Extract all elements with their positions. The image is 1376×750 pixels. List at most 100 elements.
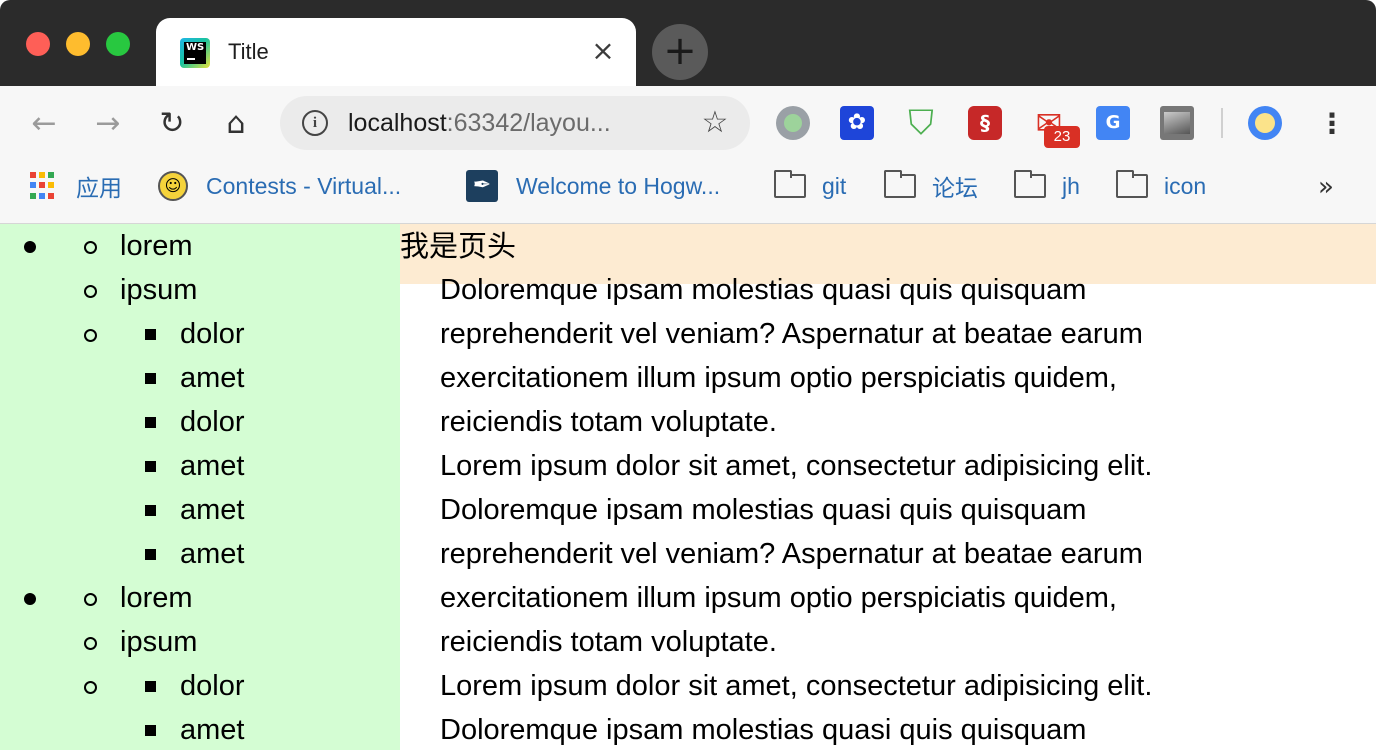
circle-bullet-icon	[84, 681, 97, 694]
address-bar[interactable]: i localhost:63342/layou... ☆	[280, 96, 750, 150]
disc-bullet-icon	[24, 593, 36, 605]
content-text-line: Lorem ipsum dolor sit amet, consectetur …	[440, 450, 1153, 482]
bookmark-label: jh	[1062, 172, 1080, 199]
list-item-text: amet	[180, 362, 245, 394]
apps-grid-dot	[30, 192, 36, 199]
content-text-line: Doloremque ipsam molestias quasi quis qu…	[440, 714, 1087, 746]
bookmark-apps[interactable]: 应用	[30, 168, 122, 204]
list-item: ipsum	[0, 620, 400, 664]
close-window-button[interactable]	[26, 32, 50, 56]
square-bullet-icon	[145, 373, 156, 384]
circle-bullet-icon	[84, 285, 97, 298]
bookmarks-bar: 应用 ☺ Contests - Virtual... ✒ Welcome to …	[0, 158, 1376, 214]
maximize-window-button[interactable]	[106, 32, 130, 56]
list-item: ipsum	[0, 268, 400, 312]
apps-grid-dot	[39, 182, 45, 189]
circle-bullet-icon	[84, 241, 97, 254]
bookmark-hogwarts[interactable]: ✒ Welcome to Hogw...	[466, 168, 720, 204]
bookmark-label: Welcome to Hogw...	[516, 172, 721, 199]
new-tab-button[interactable]: +	[652, 24, 708, 80]
bookmark-contests[interactable]: ☺ Contests - Virtual...	[158, 168, 401, 204]
content-text-line: reiciendis totam voluptate.	[440, 406, 777, 438]
main-content: Doloremque ipsam molestias quasi quis qu…	[440, 224, 1376, 750]
list-item: dolor	[0, 312, 400, 356]
more-menu-icon[interactable]: ⋮	[1318, 104, 1346, 144]
list-item-text: dolor	[180, 318, 245, 350]
feather-icon: ✒	[466, 170, 498, 202]
browser-tab-active[interactable]: WS Title ×	[156, 18, 636, 86]
site-info-icon[interactable]: i	[302, 110, 328, 136]
folder-icon	[774, 170, 806, 198]
content-text-line: reprehenderit vel veniam? Aspernatur at …	[440, 318, 1143, 350]
toolbar-divider	[1221, 108, 1223, 138]
circle-extension-icon[interactable]	[776, 106, 810, 140]
image-extension-icon[interactable]	[1160, 106, 1194, 140]
content-text-line: reiciendis totam voluptate.	[440, 626, 777, 658]
profile-avatar-icon[interactable]	[1248, 106, 1282, 140]
content-text-line: Doloremque ipsam molestias quasi quis qu…	[440, 494, 1087, 526]
content-text-line: exercitationem illum ipsum optio perspic…	[440, 582, 1117, 614]
square-bullet-icon	[145, 461, 156, 472]
bookmark-folder-jh[interactable]: jh	[1014, 168, 1080, 204]
list-item-text: dolor	[180, 670, 245, 702]
list-item: amet	[0, 356, 400, 400]
home-icon[interactable]: ⌂	[216, 104, 256, 144]
bookmark-label: icon	[1164, 172, 1207, 199]
baidu-paw-icon[interactable]: ✿	[840, 106, 874, 140]
bookmark-label: git	[822, 172, 847, 199]
list-item: dolor	[0, 664, 400, 708]
list-item: amet	[0, 488, 400, 532]
sidebar-nested-list: lorem ipsum dolor amet dolor amet amet amet lore…	[0, 224, 400, 750]
list-item-text: ipsum	[120, 626, 198, 658]
tab-close-icon[interactable]: ×	[588, 36, 618, 66]
square-bullet-icon	[145, 329, 156, 340]
square-bullet-icon	[145, 681, 156, 692]
list-item-text: lorem	[120, 230, 193, 262]
square-bullet-icon	[145, 549, 156, 560]
google-translate-icon[interactable]: G	[1096, 106, 1130, 140]
bookmarks-overflow-icon[interactable]: »	[1318, 172, 1334, 202]
apps-grid-dot	[48, 172, 54, 178]
list-item: amet	[0, 708, 400, 750]
folder-icon	[884, 170, 916, 198]
content-text-line: Doloremque ipsam molestias quasi quis qu…	[440, 274, 1087, 306]
apps-grid-dot	[48, 192, 54, 199]
forward-arrow-icon[interactable]: →	[88, 104, 128, 144]
red-seal-icon[interactable]: §	[968, 106, 1002, 140]
adblock-shield-icon[interactable]: ⛉	[904, 106, 938, 140]
list-item: lorem	[0, 224, 400, 268]
list-item-text: amet	[180, 714, 245, 746]
list-item: dolor	[0, 400, 400, 444]
smiley-icon: ☺	[158, 171, 188, 201]
bookmark-folder-icon[interactable]: icon	[1116, 168, 1206, 204]
back-arrow-icon[interactable]: ←	[24, 104, 64, 144]
reload-icon[interactable]: ↻	[152, 104, 192, 144]
list-item: lorem	[0, 576, 400, 620]
bookmark-star-icon[interactable]: ☆	[698, 106, 732, 140]
list-item: amet	[0, 532, 400, 576]
bookmark-folder-forum[interactable]: 论坛	[884, 168, 978, 204]
window-titlebar: WS Title × +	[0, 0, 1376, 86]
tab-title: Title	[228, 39, 269, 64]
apps-grid-dot	[39, 172, 45, 178]
folder-icon	[1014, 170, 1046, 198]
url-host: localhost	[348, 109, 447, 137]
apps-grid-dot	[39, 192, 45, 199]
content-text-line: reprehenderit vel veniam? Aspernatur at …	[440, 538, 1143, 570]
apps-grid-dot	[48, 182, 54, 189]
bookmark-label: 应用	[76, 175, 122, 201]
apps-grid-icon	[30, 172, 58, 200]
content-text-line: exercitationem illum ipsum optio perspic…	[440, 362, 1117, 394]
minimize-window-button[interactable]	[66, 32, 90, 56]
list-item-text: dolor	[180, 406, 245, 438]
square-bullet-icon	[145, 505, 156, 516]
list-item-text: ipsum	[120, 274, 198, 306]
bookmark-label: 论坛	[932, 175, 978, 201]
bookmark-folder-git[interactable]: git	[774, 168, 846, 204]
url-path: :63342/layou...	[446, 109, 611, 137]
url-text[interactable]: localhost:63342/layou...	[348, 108, 611, 138]
circle-bullet-icon	[84, 593, 97, 606]
page-viewport: lorem ipsum dolor amet dolor amet amet amet lore…	[0, 224, 1376, 750]
square-bullet-icon	[145, 417, 156, 428]
apps-grid-dot	[30, 172, 36, 178]
